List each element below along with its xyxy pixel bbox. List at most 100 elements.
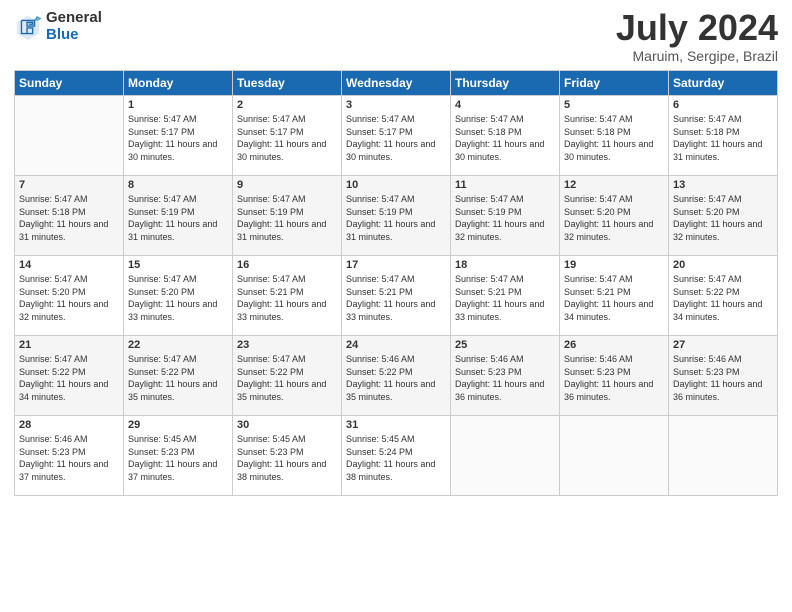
- day-info: Sunrise: 5:47 AMSunset: 5:19 PMDaylight:…: [455, 193, 555, 243]
- logo: General Blue: [14, 10, 102, 43]
- col-wednesday: Wednesday: [342, 71, 451, 96]
- calendar-table: Sunday Monday Tuesday Wednesday Thursday…: [14, 70, 778, 496]
- day-cell: 29 Sunrise: 5:45 AMSunset: 5:23 PMDaylig…: [124, 416, 233, 496]
- day-info: Sunrise: 5:45 AMSunset: 5:23 PMDaylight:…: [128, 433, 228, 483]
- day-number: 15: [128, 259, 228, 271]
- day-info: Sunrise: 5:47 AMSunset: 5:20 PMDaylight:…: [564, 193, 664, 243]
- day-cell: 11 Sunrise: 5:47 AMSunset: 5:19 PMDaylig…: [451, 176, 560, 256]
- day-cell: 15 Sunrise: 5:47 AMSunset: 5:20 PMDaylig…: [124, 256, 233, 336]
- day-cell: 4 Sunrise: 5:47 AMSunset: 5:18 PMDayligh…: [451, 96, 560, 176]
- day-number: 7: [19, 179, 119, 191]
- day-number: 30: [237, 419, 337, 431]
- day-cell: 21 Sunrise: 5:47 AMSunset: 5:22 PMDaylig…: [15, 336, 124, 416]
- day-number: 19: [564, 259, 664, 271]
- day-cell: [451, 416, 560, 496]
- day-cell: 28 Sunrise: 5:46 AMSunset: 5:23 PMDaylig…: [15, 416, 124, 496]
- day-cell: 13 Sunrise: 5:47 AMSunset: 5:20 PMDaylig…: [669, 176, 778, 256]
- logo-icon: [14, 13, 42, 41]
- day-info: Sunrise: 5:46 AMSunset: 5:23 PMDaylight:…: [564, 353, 664, 403]
- day-info: Sunrise: 5:47 AMSunset: 5:20 PMDaylight:…: [673, 193, 773, 243]
- day-cell: 22 Sunrise: 5:47 AMSunset: 5:22 PMDaylig…: [124, 336, 233, 416]
- header-row: Sunday Monday Tuesday Wednesday Thursday…: [15, 71, 778, 96]
- day-number: 20: [673, 259, 773, 271]
- day-number: 8: [128, 179, 228, 191]
- day-cell: 3 Sunrise: 5:47 AMSunset: 5:17 PMDayligh…: [342, 96, 451, 176]
- logo-blue: Blue: [46, 27, 102, 44]
- day-number: 11: [455, 179, 555, 191]
- logo-general: General: [46, 10, 102, 27]
- day-number: 17: [346, 259, 446, 271]
- day-cell: 12 Sunrise: 5:47 AMSunset: 5:20 PMDaylig…: [560, 176, 669, 256]
- day-info: Sunrise: 5:47 AMSunset: 5:21 PMDaylight:…: [346, 273, 446, 323]
- day-cell: 27 Sunrise: 5:46 AMSunset: 5:23 PMDaylig…: [669, 336, 778, 416]
- day-cell: [560, 416, 669, 496]
- day-info: Sunrise: 5:47 AMSunset: 5:21 PMDaylight:…: [455, 273, 555, 323]
- day-info: Sunrise: 5:47 AMSunset: 5:21 PMDaylight:…: [237, 273, 337, 323]
- day-cell: 5 Sunrise: 5:47 AMSunset: 5:18 PMDayligh…: [560, 96, 669, 176]
- day-cell: 14 Sunrise: 5:47 AMSunset: 5:20 PMDaylig…: [15, 256, 124, 336]
- day-info: Sunrise: 5:47 AMSunset: 5:18 PMDaylight:…: [455, 113, 555, 163]
- day-info: Sunrise: 5:47 AMSunset: 5:17 PMDaylight:…: [128, 113, 228, 163]
- day-cell: 24 Sunrise: 5:46 AMSunset: 5:22 PMDaylig…: [342, 336, 451, 416]
- day-number: 3: [346, 99, 446, 111]
- week-row-1: 1 Sunrise: 5:47 AMSunset: 5:17 PMDayligh…: [15, 96, 778, 176]
- day-number: 18: [455, 259, 555, 271]
- day-info: Sunrise: 5:47 AMSunset: 5:19 PMDaylight:…: [237, 193, 337, 243]
- day-number: 5: [564, 99, 664, 111]
- col-sunday: Sunday: [15, 71, 124, 96]
- day-info: Sunrise: 5:46 AMSunset: 5:22 PMDaylight:…: [346, 353, 446, 403]
- day-number: 28: [19, 419, 119, 431]
- col-monday: Monday: [124, 71, 233, 96]
- col-saturday: Saturday: [669, 71, 778, 96]
- day-info: Sunrise: 5:47 AMSunset: 5:18 PMDaylight:…: [19, 193, 119, 243]
- day-cell: 8 Sunrise: 5:47 AMSunset: 5:19 PMDayligh…: [124, 176, 233, 256]
- day-info: Sunrise: 5:47 AMSunset: 5:20 PMDaylight:…: [19, 273, 119, 323]
- week-row-3: 14 Sunrise: 5:47 AMSunset: 5:20 PMDaylig…: [15, 256, 778, 336]
- day-cell: 26 Sunrise: 5:46 AMSunset: 5:23 PMDaylig…: [560, 336, 669, 416]
- week-row-5: 28 Sunrise: 5:46 AMSunset: 5:23 PMDaylig…: [15, 416, 778, 496]
- day-info: Sunrise: 5:47 AMSunset: 5:21 PMDaylight:…: [564, 273, 664, 323]
- day-cell: 19 Sunrise: 5:47 AMSunset: 5:21 PMDaylig…: [560, 256, 669, 336]
- day-number: 10: [346, 179, 446, 191]
- day-number: 16: [237, 259, 337, 271]
- day-info: Sunrise: 5:47 AMSunset: 5:17 PMDaylight:…: [237, 113, 337, 163]
- day-cell: 7 Sunrise: 5:47 AMSunset: 5:18 PMDayligh…: [15, 176, 124, 256]
- day-number: 13: [673, 179, 773, 191]
- day-info: Sunrise: 5:47 AMSunset: 5:22 PMDaylight:…: [19, 353, 119, 403]
- day-number: 27: [673, 339, 773, 351]
- day-cell: 16 Sunrise: 5:47 AMSunset: 5:21 PMDaylig…: [233, 256, 342, 336]
- day-number: 24: [346, 339, 446, 351]
- day-cell: 31 Sunrise: 5:45 AMSunset: 5:24 PMDaylig…: [342, 416, 451, 496]
- day-info: Sunrise: 5:47 AMSunset: 5:20 PMDaylight:…: [128, 273, 228, 323]
- day-cell: 2 Sunrise: 5:47 AMSunset: 5:17 PMDayligh…: [233, 96, 342, 176]
- day-info: Sunrise: 5:45 AMSunset: 5:24 PMDaylight:…: [346, 433, 446, 483]
- day-number: 2: [237, 99, 337, 111]
- day-cell: 30 Sunrise: 5:45 AMSunset: 5:23 PMDaylig…: [233, 416, 342, 496]
- day-info: Sunrise: 5:46 AMSunset: 5:23 PMDaylight:…: [673, 353, 773, 403]
- day-cell: 25 Sunrise: 5:46 AMSunset: 5:23 PMDaylig…: [451, 336, 560, 416]
- page-container: General Blue July 2024 Maruim, Sergipe, …: [0, 0, 792, 612]
- day-info: Sunrise: 5:47 AMSunset: 5:19 PMDaylight:…: [346, 193, 446, 243]
- month-title: July 2024: [616, 10, 778, 46]
- day-number: 29: [128, 419, 228, 431]
- week-row-2: 7 Sunrise: 5:47 AMSunset: 5:18 PMDayligh…: [15, 176, 778, 256]
- day-number: 22: [128, 339, 228, 351]
- day-cell: 17 Sunrise: 5:47 AMSunset: 5:21 PMDaylig…: [342, 256, 451, 336]
- day-cell: 10 Sunrise: 5:47 AMSunset: 5:19 PMDaylig…: [342, 176, 451, 256]
- day-info: Sunrise: 5:47 AMSunset: 5:22 PMDaylight:…: [237, 353, 337, 403]
- day-cell: 18 Sunrise: 5:47 AMSunset: 5:21 PMDaylig…: [451, 256, 560, 336]
- day-info: Sunrise: 5:47 AMSunset: 5:22 PMDaylight:…: [673, 273, 773, 323]
- title-block: July 2024 Maruim, Sergipe, Brazil: [616, 10, 778, 64]
- col-thursday: Thursday: [451, 71, 560, 96]
- day-cell: 23 Sunrise: 5:47 AMSunset: 5:22 PMDaylig…: [233, 336, 342, 416]
- col-tuesday: Tuesday: [233, 71, 342, 96]
- location: Maruim, Sergipe, Brazil: [616, 48, 778, 64]
- day-info: Sunrise: 5:47 AMSunset: 5:18 PMDaylight:…: [673, 113, 773, 163]
- day-number: 31: [346, 419, 446, 431]
- logo-text: General Blue: [46, 10, 102, 43]
- day-info: Sunrise: 5:46 AMSunset: 5:23 PMDaylight:…: [455, 353, 555, 403]
- day-info: Sunrise: 5:46 AMSunset: 5:23 PMDaylight:…: [19, 433, 119, 483]
- day-number: 6: [673, 99, 773, 111]
- header: General Blue July 2024 Maruim, Sergipe, …: [14, 10, 778, 64]
- day-number: 9: [237, 179, 337, 191]
